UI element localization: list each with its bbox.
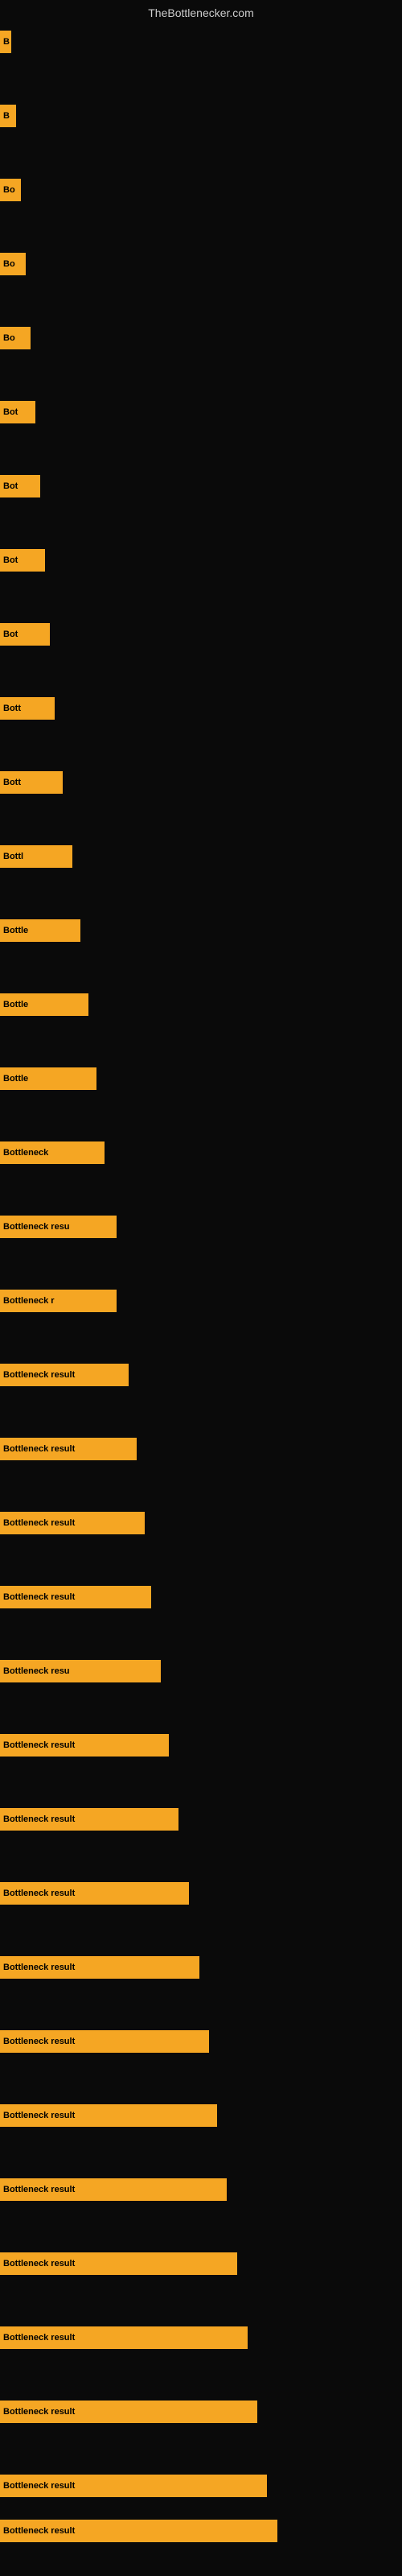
bar-item: Bottleneck result: [0, 1586, 151, 1608]
bar-item: Bott: [0, 697, 55, 720]
bottleneck-bar[interactable]: Bottleneck result: [0, 2030, 209, 2053]
bottleneck-bar[interactable]: Bottleneck result: [0, 2252, 237, 2275]
bar-item: Bottle: [0, 919, 80, 942]
bar-item: Bottleneck result: [0, 2252, 237, 2275]
bottleneck-bar[interactable]: Bo: [0, 179, 21, 201]
bottleneck-bar[interactable]: Bottleneck result: [0, 1438, 137, 1460]
bottleneck-bar[interactable]: Bottleneck result: [0, 1364, 129, 1386]
bar-item: Bottleneck result: [0, 2401, 257, 2423]
bar-item: Bottleneck result: [0, 2475, 267, 2497]
bottleneck-bar[interactable]: Bottleneck result: [0, 1956, 199, 1979]
bar-item: Bottleneck result: [0, 1734, 169, 1757]
bottleneck-bar[interactable]: Bot: [0, 549, 45, 572]
bottleneck-bar[interactable]: Bottleneck result: [0, 1734, 169, 1757]
bottleneck-bar[interactable]: Bottleneck result: [0, 2475, 267, 2497]
bar-item: B: [0, 105, 16, 127]
bottleneck-bar[interactable]: Bottleneck resu: [0, 1216, 117, 1238]
bottleneck-bar[interactable]: Bottleneck result: [0, 2326, 248, 2349]
bar-item: Bo: [0, 253, 26, 275]
bottleneck-bar[interactable]: Bottleneck result: [0, 2104, 217, 2127]
bottleneck-bar[interactable]: Bot: [0, 623, 50, 646]
bottleneck-bar[interactable]: Bottl: [0, 845, 72, 868]
bar-item: Bottleneck result: [0, 1364, 129, 1386]
bottleneck-bar[interactable]: Bottleneck resu: [0, 1660, 161, 1682]
bar-item: Bot: [0, 549, 45, 572]
bottleneck-bar[interactable]: Bottleneck result: [0, 1586, 151, 1608]
bar-item: Bottleneck result: [0, 2030, 209, 2053]
bottleneck-bar[interactable]: Bot: [0, 401, 35, 423]
bottleneck-bar[interactable]: Bottleneck result: [0, 1808, 178, 1831]
bar-item: Bottleneck result: [0, 1808, 178, 1831]
bar-item: Bott: [0, 771, 63, 794]
bar-item: Bottleneck result: [0, 2326, 248, 2349]
bottleneck-bar[interactable]: Bott: [0, 771, 63, 794]
bar-item: Bottl: [0, 845, 72, 868]
bottleneck-bar[interactable]: Bottleneck result: [0, 2520, 277, 2542]
bar-item: Bot: [0, 401, 35, 423]
bottleneck-bar[interactable]: B: [0, 105, 16, 127]
bottleneck-bar[interactable]: Bottleneck result: [0, 2178, 227, 2201]
bar-item: Bottleneck result: [0, 1438, 137, 1460]
bottleneck-bar[interactable]: Bott: [0, 697, 55, 720]
bottleneck-bar[interactable]: Bottleneck result: [0, 1512, 145, 1534]
bar-item: Bottleneck result: [0, 2104, 217, 2127]
bottleneck-bar[interactable]: Bottle: [0, 993, 88, 1016]
bottleneck-bar[interactable]: Bo: [0, 327, 31, 349]
bar-item: Bottleneck: [0, 1141, 105, 1164]
bar-item: Bottleneck r: [0, 1290, 117, 1312]
bar-item: Bottleneck resu: [0, 1660, 161, 1682]
bottleneck-bar[interactable]: Bottle: [0, 919, 80, 942]
bar-item: Bot: [0, 475, 40, 497]
bottleneck-bar[interactable]: Bottleneck result: [0, 1882, 189, 1905]
bottleneck-bar[interactable]: Bo: [0, 253, 26, 275]
bar-item: Bo: [0, 327, 31, 349]
bottleneck-bar[interactable]: Bottleneck: [0, 1141, 105, 1164]
bottleneck-bar[interactable]: Bottle: [0, 1067, 96, 1090]
bar-item: Bottleneck resu: [0, 1216, 117, 1238]
bottleneck-bar[interactable]: Bottleneck result: [0, 2401, 257, 2423]
site-title: TheBottlenecker.com: [148, 6, 254, 19]
bar-item: Bo: [0, 179, 21, 201]
bar-item: Bottleneck result: [0, 1512, 145, 1534]
bottleneck-bar[interactable]: Bottleneck r: [0, 1290, 117, 1312]
bar-item: Bottle: [0, 993, 88, 1016]
bar-item: Bottleneck result: [0, 1956, 199, 1979]
bar-item: Bot: [0, 623, 50, 646]
bottleneck-bar[interactable]: Bot: [0, 475, 40, 497]
bar-item: Bottleneck result: [0, 2520, 277, 2542]
bar-item: Bottleneck result: [0, 2178, 227, 2201]
bar-item: Bottleneck result: [0, 1882, 189, 1905]
bottleneck-bar[interactable]: B: [0, 31, 11, 53]
bar-item: Bottle: [0, 1067, 96, 1090]
bar-item: B: [0, 31, 11, 53]
